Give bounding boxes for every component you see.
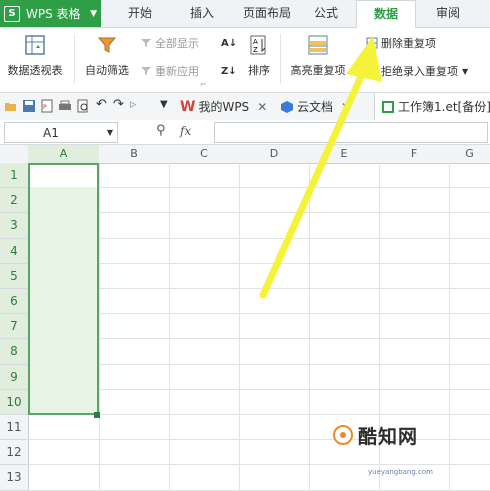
watermark-text: 酷知网 [358,426,419,448]
watermark: 酷知网 yueyangbang.com [328,418,488,488]
watermark-domain: yueyangbang.com [368,468,433,476]
annotation-arrow [259,36,382,299]
yellow-arrow-icon [259,36,382,299]
watermark-logo-icon [333,425,353,445]
